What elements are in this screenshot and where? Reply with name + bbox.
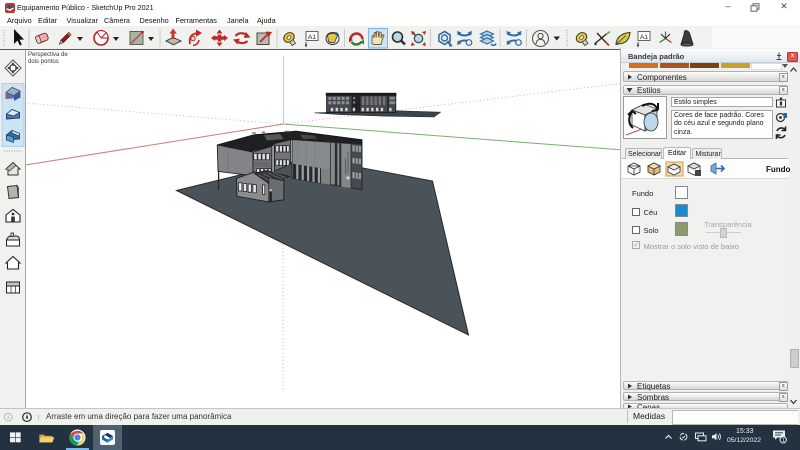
svg-text:A1: A1 (308, 34, 316, 41)
svg-text:1: 1 (782, 438, 785, 444)
svg-text:A1: A1 (640, 34, 648, 41)
